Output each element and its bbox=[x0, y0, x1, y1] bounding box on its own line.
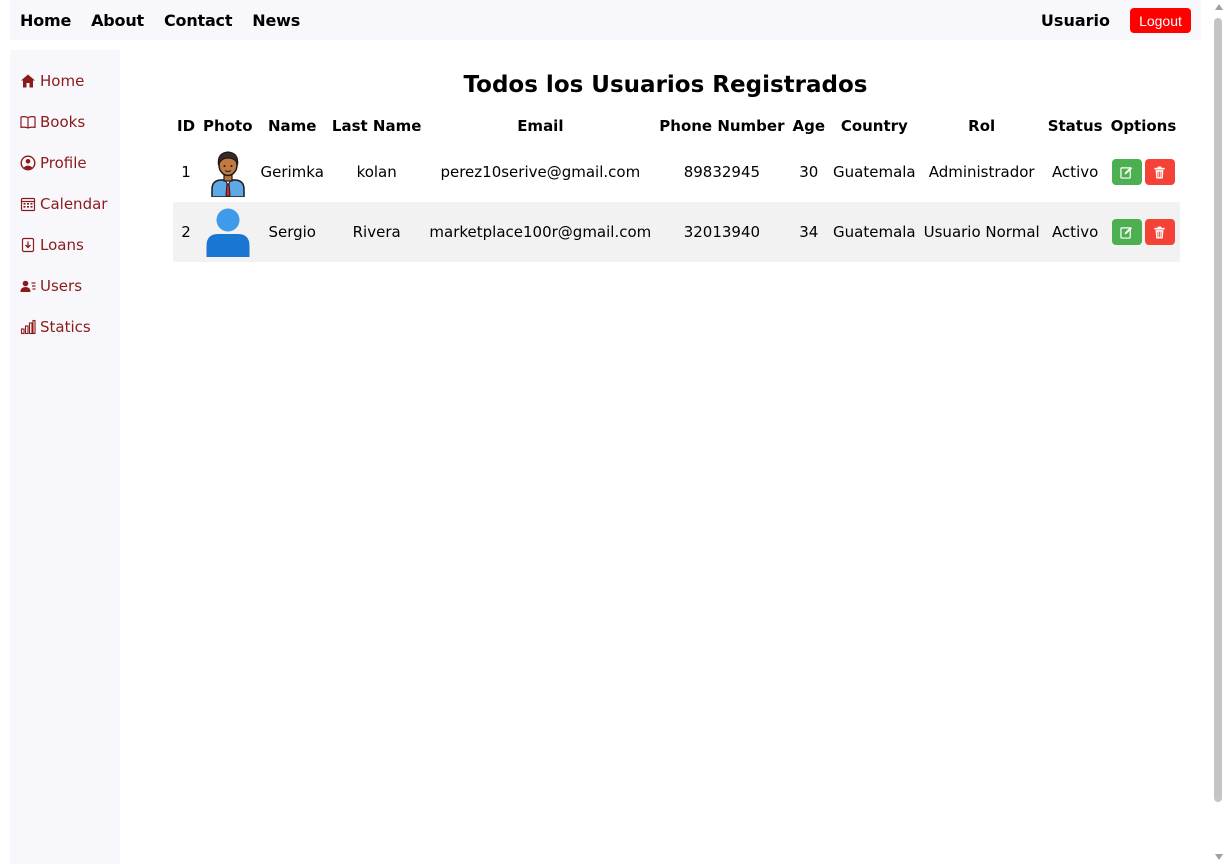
column-header-photo: Photo bbox=[203, 117, 253, 135]
nav-links: Home About Contact News bbox=[20, 0, 320, 40]
table-row: 1 Gerimka kolan perez10serive@gmail.com … bbox=[173, 142, 1180, 202]
sidebar-item-label: Users bbox=[40, 277, 83, 295]
user-label: Usuario bbox=[1040, 11, 1110, 30]
bar-chart-icon bbox=[20, 319, 36, 335]
edit-icon bbox=[1120, 166, 1133, 179]
table-row: 2 Sergio Rivera marketplace100r@gmail.co… bbox=[173, 202, 1181, 262]
scroll-down-icon[interactable] bbox=[1215, 854, 1223, 860]
column-header-rol: Rol bbox=[968, 117, 996, 135]
calendar-icon bbox=[20, 196, 36, 212]
sidebar-item-books[interactable]: Books bbox=[20, 111, 85, 133]
scroll-up-icon[interactable] bbox=[1215, 4, 1223, 10]
edit-button[interactable] bbox=[1111, 159, 1142, 185]
cell-last-name: Rivera bbox=[327, 202, 426, 262]
sidebar-item-label: Home bbox=[40, 72, 85, 90]
default-user-avatar-icon bbox=[206, 207, 250, 257]
cell-country: Guatemala bbox=[833, 163, 916, 181]
loans-icon bbox=[20, 237, 36, 253]
delete-button[interactable] bbox=[1144, 219, 1175, 245]
cell-phone: 32013940 bbox=[655, 202, 789, 262]
cell-age: 30 bbox=[799, 163, 819, 181]
cell-email: perez10serive@gmail.com bbox=[440, 163, 641, 181]
sidebar-item-users[interactable]: Users bbox=[20, 275, 82, 297]
cell-phone: 89832945 bbox=[683, 163, 761, 181]
cell-photo bbox=[199, 142, 256, 202]
scrollbar-thumb[interactable] bbox=[1214, 18, 1222, 802]
cell-name: Sergio bbox=[256, 202, 328, 262]
nav-link-about[interactable]: About bbox=[91, 11, 144, 30]
trash-icon bbox=[1154, 166, 1166, 178]
cell-status: Activo bbox=[1051, 163, 1099, 181]
column-header-options: Options bbox=[1110, 117, 1177, 135]
sidebar: Home Books Profile Calendar Loans Users bbox=[10, 50, 120, 864]
vertical-scrollbar[interactable] bbox=[1212, 0, 1226, 864]
page-title: Todos los Usuarios Registrados bbox=[463, 72, 868, 98]
cell-rol: Usuario Normal bbox=[919, 202, 1044, 262]
users-table: ID Photo Name Last Name Email Phone Numb… bbox=[173, 110, 1181, 262]
column-header-phone: Phone Number bbox=[659, 117, 785, 135]
cell-name: Gerimka bbox=[260, 163, 324, 181]
top-navbar: Home About Contact News Usuario Logout bbox=[10, 0, 1201, 40]
sidebar-item-label: Calendar bbox=[40, 195, 108, 213]
cell-email: marketplace100r@gmail.com bbox=[425, 202, 656, 262]
sidebar-item-calendar[interactable]: Calendar bbox=[20, 193, 107, 215]
cell-id: 2 bbox=[173, 202, 200, 262]
user-circle-icon bbox=[20, 155, 36, 171]
column-header-last-name: Last Name bbox=[331, 117, 422, 135]
cell-options bbox=[1106, 202, 1181, 262]
users-list-icon bbox=[20, 278, 36, 294]
nav-link-contact[interactable]: Contact bbox=[164, 11, 233, 30]
logout-button[interactable]: Logout bbox=[1130, 8, 1191, 33]
column-header-status: Status bbox=[1047, 117, 1103, 135]
nav-link-news[interactable]: News bbox=[252, 11, 300, 30]
sidebar-item-home[interactable]: Home bbox=[20, 70, 84, 92]
column-header-name: Name bbox=[267, 117, 317, 135]
cell-last-name: kolan bbox=[356, 163, 397, 181]
businessman-avatar-icon bbox=[206, 147, 250, 197]
sidebar-item-label: Loans bbox=[40, 236, 84, 254]
nav-link-home[interactable]: Home bbox=[20, 11, 71, 30]
sidebar-item-label: Statics bbox=[40, 318, 91, 336]
trash-icon bbox=[1154, 226, 1166, 238]
cell-age: 34 bbox=[788, 202, 830, 262]
column-header-email: Email bbox=[517, 117, 564, 135]
book-icon bbox=[20, 114, 36, 130]
cell-id: 1 bbox=[181, 163, 191, 181]
delete-button[interactable] bbox=[1144, 159, 1175, 185]
cell-rol: Administrador bbox=[928, 163, 1035, 181]
table-header-row: ID Photo Name Last Name Email Phone Numb… bbox=[173, 110, 1180, 142]
sidebar-item-loans[interactable]: Loans bbox=[20, 234, 84, 256]
edit-icon bbox=[1120, 226, 1133, 239]
edit-button[interactable] bbox=[1111, 219, 1142, 245]
column-header-id: ID bbox=[177, 117, 196, 135]
column-header-country: Country bbox=[840, 117, 908, 135]
cell-photo bbox=[199, 202, 257, 262]
home-icon bbox=[20, 73, 36, 89]
column-header-age: Age bbox=[792, 117, 826, 135]
cell-status: Activo bbox=[1043, 202, 1107, 262]
sidebar-item-label: Books bbox=[40, 113, 86, 131]
sidebar-item-statics[interactable]: Statics bbox=[20, 316, 91, 338]
cell-country: Guatemala bbox=[829, 202, 920, 262]
sidebar-item-profile[interactable]: Profile bbox=[20, 152, 87, 174]
cell-options bbox=[1107, 142, 1181, 202]
sidebar-item-label: Profile bbox=[40, 154, 87, 172]
